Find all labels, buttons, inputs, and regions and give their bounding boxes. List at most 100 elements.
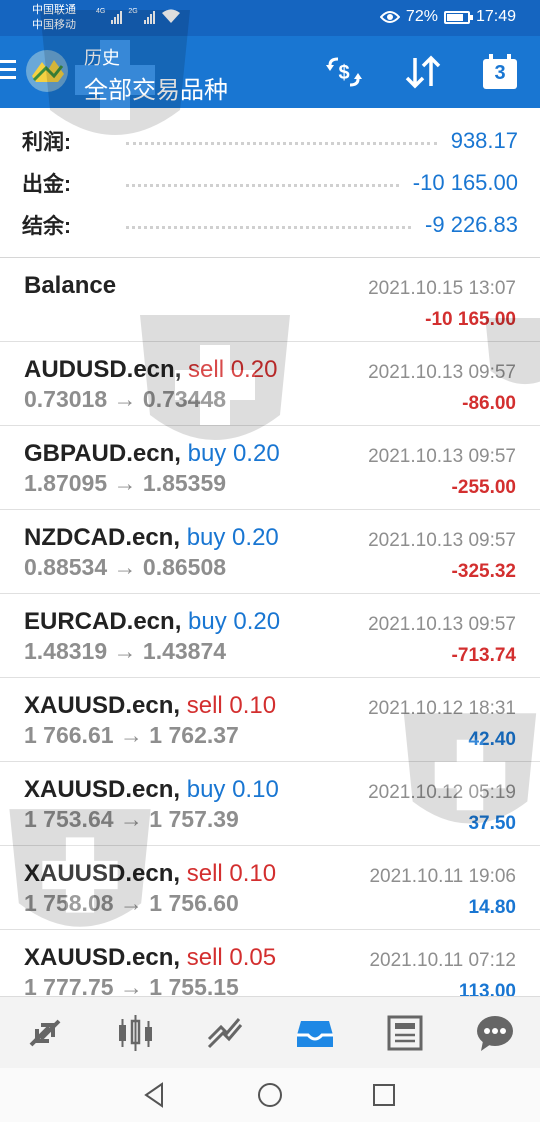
symbol: GBPAUD.ecn,	[24, 440, 181, 467]
summary-row: 利润: 938.17	[22, 120, 518, 162]
sort-button[interactable]	[401, 52, 445, 92]
trade-side: buy 0.20	[186, 524, 279, 551]
app-bar: 历史 全部交易品种 $ 3	[0, 36, 540, 108]
symbol: AUDUSD.ecn,	[24, 356, 182, 383]
battery-icon	[443, 10, 473, 24]
history-row[interactable]: XAUUSD.ecn, buy 0.10 1 753.64 → 1 757.39 2…	[0, 762, 540, 846]
trade-date: 2021.10.12 18:31	[368, 698, 516, 719]
price-range: 1.87095 → 1.85359	[24, 470, 227, 496]
history-row[interactable]: XAUUSD.ecn, sell 0.10 1 766.61 → 1 762.37…	[0, 678, 540, 762]
price-range: 0.73018 → 0.73448	[24, 386, 227, 412]
home-button[interactable]	[250, 1080, 290, 1110]
history-row[interactable]: XAUUSD.ecn, sell 0.10 1 758.08 → 1 756.60…	[0, 846, 540, 930]
clock: 17:49	[475, 8, 516, 25]
trade-date: 2021.10.11 19:06	[369, 866, 516, 887]
history-icon	[297, 1020, 333, 1047]
chart-tab[interactable]	[107, 1005, 163, 1061]
summary-row: 结余: -9 226.83	[22, 204, 518, 246]
status-right: 72% 17:49	[379, 6, 516, 28]
trade-icon	[207, 1017, 243, 1048]
trade-side: sell 0.10	[186, 860, 277, 887]
trade-profit: -713.74	[451, 645, 516, 666]
trade-date: 2021.10.13 09:57	[368, 362, 516, 383]
price-range: 1 766.61 → 1 762.37	[24, 722, 239, 748]
history-row[interactable]: GBPAUD.ecn, buy 0.20 1.87095 → 1.85359 202…	[0, 426, 540, 510]
news-icon	[387, 1015, 423, 1050]
trade-side: sell 0.20	[188, 356, 278, 383]
symbol: Balance	[24, 272, 117, 299]
page-title: 历史	[84, 48, 120, 68]
summary-label: 利润:	[22, 131, 71, 154]
metatrader-logo[interactable]	[24, 48, 70, 94]
recents-button[interactable]	[364, 1080, 404, 1110]
network-type-1: 4G	[96, 8, 106, 15]
chat-icon	[477, 1015, 513, 1051]
trade-date: 2021.10.13 09:57	[368, 446, 516, 467]
history-tab[interactable]	[287, 1005, 343, 1061]
chat-tab[interactable]	[467, 1005, 523, 1061]
trade-date: 2021.10.13 09:57	[368, 530, 516, 551]
history-row[interactable]: AUDUSD.ecn, sell 0.20 0.73018 → 0.73448 20…	[0, 342, 540, 426]
price-range: 1.48319 → 1.43874	[24, 638, 227, 664]
summary-value: -9 226.83	[425, 212, 518, 237]
symbol: EURCAD.ecn,	[24, 608, 182, 635]
summary-value: -10 165.00	[412, 170, 518, 195]
trade-side: sell 0.10	[186, 692, 277, 719]
carrier-1: 中国联通	[32, 4, 76, 16]
summary-dots	[126, 225, 412, 229]
network-type-2: 2G	[128, 8, 138, 15]
battery-fill	[446, 13, 463, 21]
summary-label: 出金:	[22, 173, 71, 196]
period-button[interactable]: 3	[478, 52, 522, 92]
trade-side: sell 0.05	[186, 944, 277, 971]
carrier-labels: 中国联通 中国移动	[32, 3, 76, 33]
symbol-line: XAUUSD.ecn, sell 0.10	[24, 692, 276, 720]
symbol-line: EURCAD.ecn, buy 0.20	[24, 608, 280, 636]
trade-tab[interactable]	[197, 1005, 253, 1061]
symbol-line: XAUUSD.ecn, sell 0.05	[24, 944, 276, 972]
trade-date: 2021.10.11 07:12	[369, 950, 516, 971]
symbol: XAUUSD.ecn,	[24, 692, 181, 719]
trade-profit: 42.40	[468, 729, 516, 750]
trade-date: 2021.10.12 05:19	[368, 782, 516, 803]
trade-profit: 37.50	[468, 813, 516, 834]
trade-profit: -10 165.00	[425, 309, 516, 330]
price-range: 1 758.08 → 1 756.60	[24, 890, 239, 916]
home-icon	[258, 1083, 282, 1107]
history-row[interactable]: XAUUSD.ecn, sell 0.05 1 777.75 → 1 755.15…	[0, 930, 540, 996]
menu-icon[interactable]	[0, 60, 16, 80]
back-button[interactable]	[134, 1080, 174, 1110]
history-list[interactable]: Balance 2021.10.15 13:07 -10 165.00 AUDUSD.…	[0, 258, 540, 996]
quotes-tab[interactable]	[17, 1005, 73, 1061]
symbol-filter[interactable]: 全部交易品种	[84, 70, 228, 105]
trade-side: buy 0.20	[188, 608, 281, 635]
symbol-line: NZDCAD.ecn, buy 0.20	[24, 524, 279, 552]
signal-icon-2	[143, 10, 155, 24]
news-tab[interactable]	[377, 1005, 433, 1061]
recents-icon	[373, 1084, 395, 1106]
trade-profit: -86.00	[462, 393, 516, 414]
symbol: XAUUSD.ecn,	[24, 776, 181, 803]
price-range: 1 753.64 → 1 757.39	[24, 806, 239, 832]
trade-profit: -325.32	[451, 561, 516, 582]
summary-label: 结余:	[22, 215, 71, 238]
status-bar: 中国联通 中国移动 4G 2G 72% 17:49	[0, 0, 540, 36]
trade-profit: -255.00	[451, 477, 516, 498]
back-icon	[144, 1082, 163, 1108]
history-summary: 利润: 938.17 出金: -10 165.00 结余: -9 226.83	[0, 108, 540, 258]
calendar-day: 3	[494, 62, 506, 84]
wifi-icon	[161, 9, 180, 23]
signal-icon	[111, 10, 123, 24]
trade-side: buy 0.20	[187, 440, 280, 467]
symbol: XAUUSD.ecn,	[24, 860, 181, 887]
history-row[interactable]: EURCAD.ecn, buy 0.20 1.48319 → 1.43874 202…	[0, 594, 540, 678]
trade-profit: 113.00	[458, 981, 516, 996]
history-row[interactable]: NZDCAD.ecn, buy 0.20 0.88534 → 0.86508 202…	[0, 510, 540, 594]
history-row[interactable]: Balance 2021.10.15 13:07 -10 165.00	[0, 258, 540, 342]
quotes-icon	[29, 1019, 61, 1046]
currency-switch-button[interactable]: $	[322, 52, 366, 92]
summary-dots	[126, 183, 399, 187]
network-indicators: 4G 2G	[96, 8, 181, 24]
system-nav-bar	[0, 1068, 540, 1122]
price-range: 0.88534 → 0.86508	[24, 554, 227, 580]
